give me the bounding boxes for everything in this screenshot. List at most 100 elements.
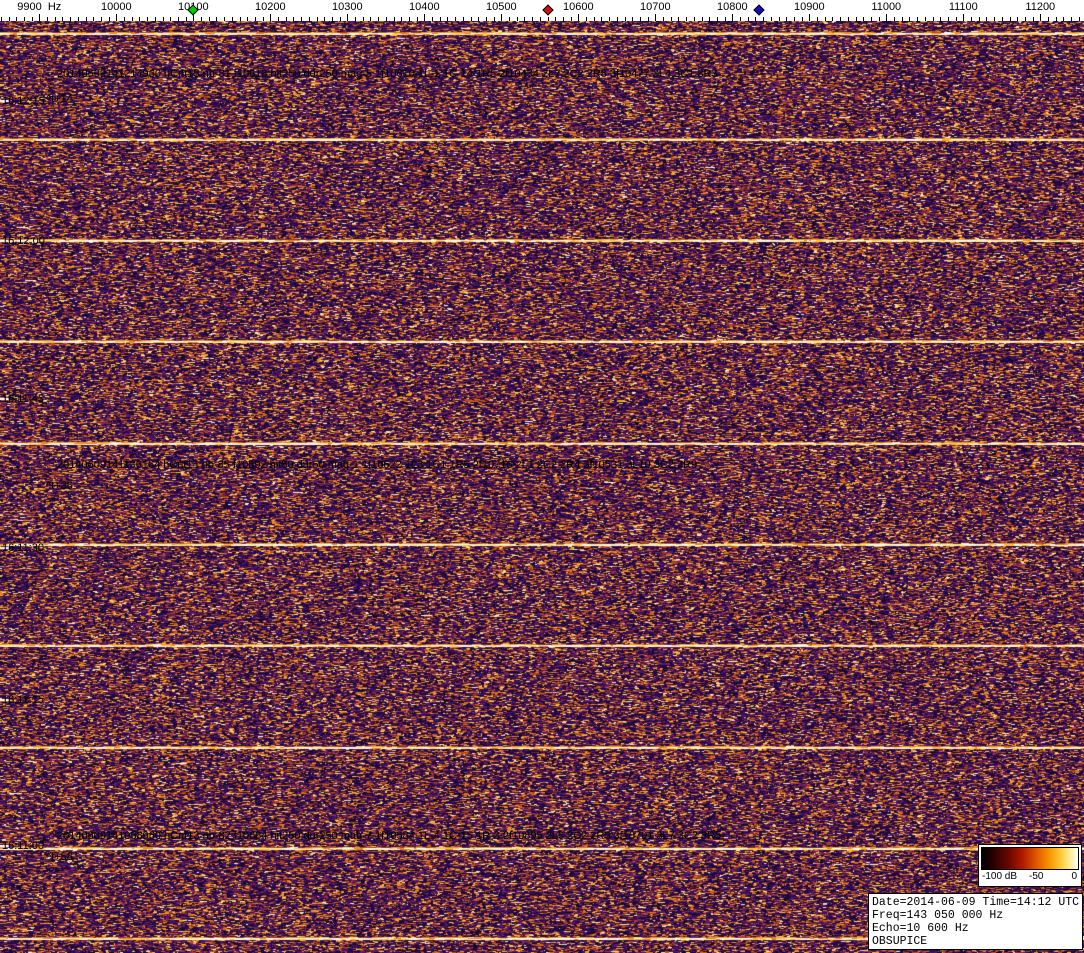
- freq-tick: [47, 17, 48, 21]
- freq-tick-label: 10400: [409, 1, 440, 13]
- freq-tick: [516, 17, 518, 21]
- freq-tick: [994, 17, 996, 21]
- frequency-axis: 9900 Hz100001010010200103001040010500106…: [0, 0, 1084, 21]
- freq-tick: [331, 17, 333, 21]
- freq-tick: [70, 17, 72, 21]
- db-mid-label: -50: [1029, 871, 1044, 882]
- freq-tick: [924, 17, 926, 21]
- freq-tick: [316, 17, 318, 21]
- freq-tick: [355, 17, 356, 21]
- info-line: Freq=143 050 000 Hz: [872, 909, 1004, 922]
- freq-tick: [347, 14, 349, 21]
- freq-marker-red-diamond[interactable]: [541, 4, 554, 16]
- freq-tick: [593, 17, 595, 21]
- freq-tick: [85, 17, 87, 21]
- freq-tick: [578, 14, 580, 21]
- freq-tick: [809, 14, 811, 21]
- info-line: OBSUPICE: [872, 935, 928, 948]
- freq-tick: [254, 17, 256, 21]
- freq-tick: [1078, 17, 1080, 21]
- db-gradient-bar: [981, 847, 1079, 870]
- status-info-box: Date=2014-06-09 Time=14:12 UTC Freq=143 0…: [868, 893, 1083, 950]
- freq-tick: [116, 14, 118, 21]
- freq-tick: [62, 17, 64, 21]
- freq-tick-label: 10500: [486, 1, 517, 13]
- freq-tick: [208, 17, 210, 21]
- freq-tick: [978, 17, 980, 21]
- freq-tick: [1040, 14, 1042, 21]
- freq-tick: [770, 17, 772, 21]
- freq-tick-label: 10900: [794, 1, 825, 13]
- spectrogram-canvas[interactable]: [0, 21, 1084, 953]
- freq-tick: [570, 17, 572, 21]
- freq-tick: [909, 17, 911, 21]
- freq-tick: [624, 17, 626, 21]
- freq-tick: [971, 17, 972, 21]
- db-color-scale: -100 dB -50 0: [978, 844, 1082, 887]
- freq-tick: [586, 17, 587, 21]
- freq-tick: [894, 17, 895, 21]
- freq-tick: [439, 17, 441, 21]
- freq-tick: [108, 17, 110, 21]
- freq-tick: [778, 17, 780, 21]
- freq-tick: [724, 17, 726, 21]
- freq-tick: [447, 17, 449, 21]
- info-line: Date=2014-06-09 Time=14:12 UTC: [872, 896, 1080, 909]
- freq-tick: [647, 17, 649, 21]
- freq-tick: [686, 17, 688, 21]
- freq-tick: [863, 17, 865, 21]
- freq-tick-label: 10700: [640, 1, 671, 13]
- freq-tick: [416, 17, 418, 21]
- meteor-spectrogram-window: 9900 Hz100001010010200103001040010500106…: [0, 0, 1084, 953]
- freq-tick: [239, 17, 241, 21]
- freq-tick: [177, 17, 179, 21]
- freq-tick: [539, 17, 541, 21]
- freq-tick: [955, 17, 957, 21]
- freq-tick: [201, 17, 202, 21]
- freq-tick: [509, 17, 510, 21]
- freq-tick: [963, 14, 965, 21]
- freq-marker-blue-diamond[interactable]: [753, 4, 765, 16]
- freq-tick: [247, 17, 249, 21]
- freq-tick: [732, 14, 734, 21]
- freq-tick-label: 9900 Hz: [17, 1, 62, 13]
- freq-tick: [886, 14, 888, 21]
- freq-tick: [709, 17, 711, 21]
- freq-tick-label: 10200: [255, 1, 286, 13]
- freq-tick: [424, 14, 426, 21]
- freq-tick: [100, 17, 102, 21]
- freq-tick: [801, 17, 803, 21]
- freq-tick: [270, 14, 272, 21]
- freq-tick: [470, 17, 472, 21]
- freq-tick: [285, 17, 287, 21]
- freq-tick: [693, 17, 695, 21]
- freq-tick: [224, 17, 226, 21]
- freq-tick: [485, 17, 487, 21]
- freq-tick: [170, 17, 172, 21]
- freq-tick: [154, 17, 156, 21]
- info-line: Echo=10 600 Hz: [872, 922, 969, 935]
- freq-tick: [663, 17, 664, 21]
- freq-tick: [16, 17, 18, 21]
- freq-tick-label: 11100: [948, 1, 978, 13]
- freq-tick: [986, 17, 988, 21]
- freq-tick: [655, 14, 657, 21]
- db-max-label: 0: [1071, 871, 1077, 882]
- freq-tick: [455, 17, 457, 21]
- freq-tick: [940, 17, 942, 21]
- freq-tick: [532, 17, 534, 21]
- freq-tick-label: 11000: [871, 1, 902, 13]
- db-min-label: -100 dB: [982, 871, 1018, 882]
- freq-tick: [763, 17, 765, 21]
- freq-tick-label: 10600: [563, 1, 594, 13]
- freq-tick: [23, 17, 25, 21]
- freq-tick: [616, 17, 618, 21]
- freq-tick: [93, 17, 95, 21]
- freq-tick: [786, 17, 788, 21]
- freq-tick: [378, 17, 380, 21]
- freq-tick: [162, 17, 164, 21]
- freq-tick: [817, 17, 818, 21]
- freq-tick: [670, 17, 672, 21]
- freq-tick: [632, 17, 634, 21]
- freq-tick: [216, 17, 218, 21]
